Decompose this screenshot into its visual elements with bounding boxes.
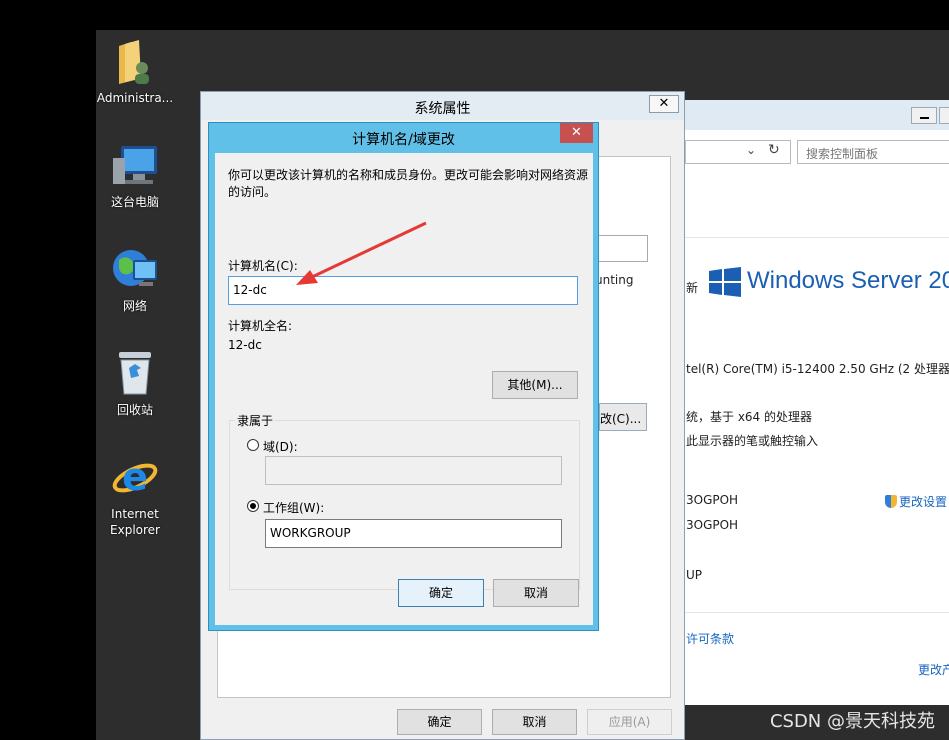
minimize-button[interactable] <box>911 107 937 124</box>
internet-explorer-icon: e <box>112 455 158 499</box>
change-settings-link[interactable]: 更改设置 <box>885 493 947 510</box>
computer-name-dialog: 计算机名/域更改 ✕ 你可以更改该计算机的名称和成员身份。更改可能会影响对网络资… <box>208 122 599 631</box>
address-bar[interactable]: ⌄ ↻ <box>685 140 791 164</box>
windows-edition: Windows Server 201 <box>747 267 949 294</box>
workgroup-value: UP <box>686 568 703 582</box>
change-settings-label: 更改设置 <box>899 495 948 509</box>
change-product-key-link[interactable]: 更改产 <box>918 661 949 678</box>
partial-label: unting <box>595 273 634 287</box>
ok-button[interactable]: 确定 <box>398 579 484 607</box>
domain-radio[interactable] <box>247 439 259 451</box>
processor-value: tel(R) Core(TM) i5-12400 2.50 GHz (2 处理器 <box>686 362 949 376</box>
apply-button[interactable]: 应用(A) <box>587 709 672 735</box>
chevron-down-icon[interactable]: ⌄ <box>746 143 756 157</box>
shield-icon <box>885 495 897 508</box>
computer-name-label: 计算机名(C): <box>228 259 298 273</box>
system-properties-titlebar: 系统属性 ✕ <box>201 92 684 120</box>
system-type-value: 统，基于 x64 的处理器 <box>686 410 813 424</box>
close-button[interactable]: ✕ <box>649 95 679 113</box>
dialog-titlebar: 计算机名/域更改 ✕ <box>209 123 598 151</box>
edition-fragment: 新 <box>686 281 699 295</box>
dialog-body: 你可以更改该计算机的名称和成员身份。更改可能会影响对网络资源的访问。 计算机名(… <box>215 153 593 625</box>
desktop-icon-this-pc[interactable]: 这台电脑 <box>93 144 177 210</box>
desktop-icon-recycle-bin[interactable]: 回收站 <box>93 348 177 418</box>
cancel-button[interactable]: 取消 <box>493 579 579 607</box>
desktop-icon-label: 回收站 <box>116 403 153 417</box>
pen-touch-value: 此显示器的笔或触控输入 <box>686 434 819 448</box>
desktop-icon-label: 这台电脑 <box>110 195 159 209</box>
ok-button[interactable]: 确定 <box>397 709 482 735</box>
dialog-title: 计算机名/域更改 <box>352 132 455 148</box>
search-input[interactable]: 搜索控制面板 <box>797 140 949 164</box>
divider <box>685 237 949 238</box>
window-title: 系统属性 <box>414 101 471 117</box>
description-input[interactable] <box>597 235 648 262</box>
desktop-icon-label: 网络 <box>122 299 147 313</box>
watermark: CSDN @景天科技苑 <box>769 711 935 732</box>
close-button[interactable]: ✕ <box>560 123 593 143</box>
network-icon <box>113 250 157 286</box>
workgroup-input[interactable]: WORKGROUP <box>265 519 562 548</box>
maximize-button[interactable] <box>939 107 949 124</box>
desktop-icon-internet-explorer[interactable]: e Internet Explorer <box>93 454 177 538</box>
divider <box>685 612 949 613</box>
change-button[interactable]: 改(C)... <box>599 403 647 431</box>
domain-input[interactable] <box>265 456 562 485</box>
full-name-label: 计算机全名: <box>228 319 293 333</box>
cancel-button[interactable]: 取消 <box>492 709 577 735</box>
workgroup-radio[interactable] <box>247 500 259 512</box>
computer-icon <box>113 146 157 184</box>
desktop-icon-network[interactable]: 网络 <box>93 246 177 314</box>
user-folder-icon <box>119 40 149 84</box>
recycle-bin-icon <box>119 352 151 395</box>
windows-logo-icon <box>709 267 741 297</box>
workgroup-label: 工作组(W): <box>263 501 325 515</box>
domain-label: 域(D): <box>263 440 298 454</box>
desktop-icon-label: Administra... <box>96 91 174 105</box>
desktop-icon-label: Internet Explorer <box>110 507 160 537</box>
computer-name-input[interactable]: 12-dc <box>228 276 578 305</box>
full-name-value: 12-dc <box>228 338 262 352</box>
desktop-icon-administrator[interactable]: Administra... <box>93 38 177 106</box>
control-panel-titlebar <box>685 100 949 130</box>
member-of-label: 隶属于 <box>235 412 276 429</box>
control-panel-window: ⌄ ↻ 搜索控制面板 新 Windows Server 201 tel(R) C… <box>684 100 949 705</box>
refresh-icon[interactable]: ↻ <box>768 142 780 158</box>
dialog-description: 你可以更改该计算机的名称和成员身份。更改可能会影响对网络资源的访问。 <box>228 168 589 199</box>
full-name-value: 3OGPOH <box>686 518 739 532</box>
svg-text:e: e <box>122 455 148 499</box>
more-button[interactable]: 其他(M)... <box>492 371 578 399</box>
license-terms-link[interactable]: 许可条款 <box>686 630 734 647</box>
computer-name-value: 3OGPOH <box>686 493 739 507</box>
